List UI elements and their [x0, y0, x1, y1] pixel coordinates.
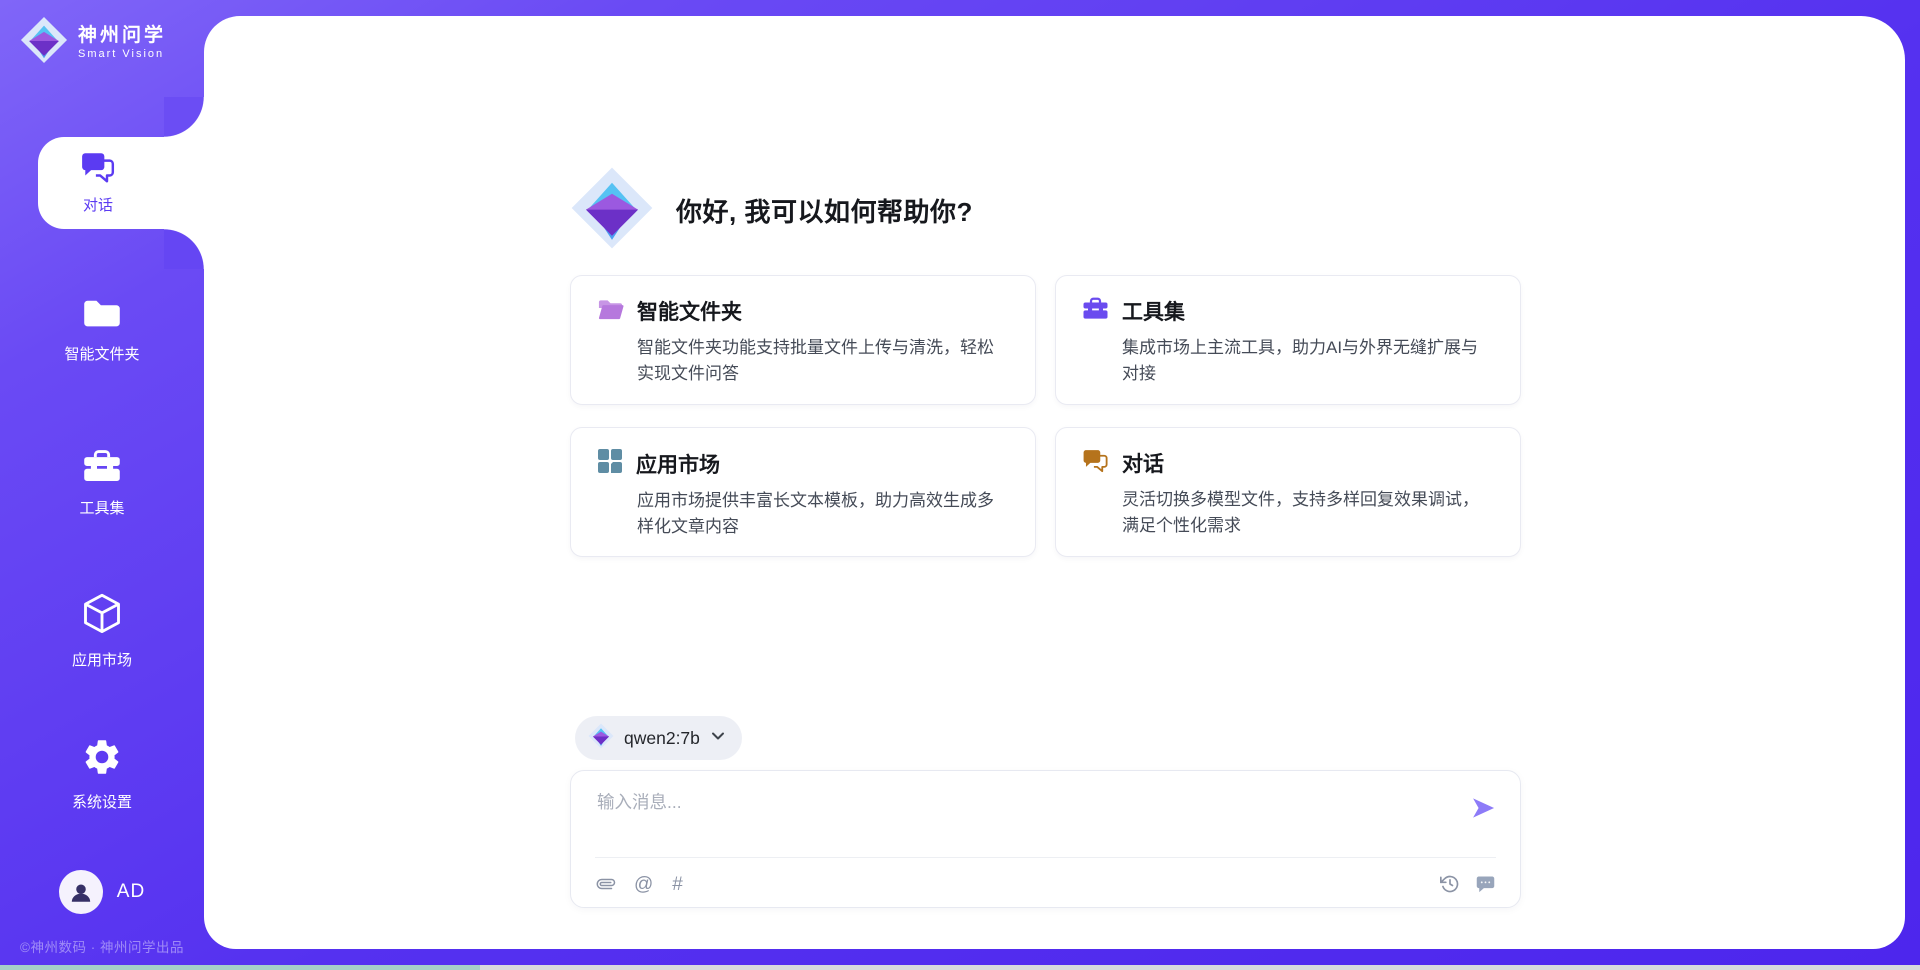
- card-title: 对话: [1122, 448, 1164, 478]
- user-name: AD: [117, 881, 145, 903]
- card-title: 应用市场: [636, 449, 720, 479]
- cube-icon: [82, 592, 122, 641]
- sidebar-item-app-market[interactable]: 应用市场: [0, 592, 204, 670]
- chat-icon: [80, 151, 116, 188]
- message-input[interactable]: [597, 789, 1427, 847]
- card-chat[interactable]: 对话 灵活切换多模型文件，支持多样回复效果调试，满足个性化需求: [1055, 427, 1521, 557]
- history-icon[interactable]: [1440, 874, 1460, 894]
- brand-name: 神州问学: [78, 25, 166, 47]
- tab-fillet-bottom: [164, 229, 204, 269]
- topic-hash-icon[interactable]: #: [672, 875, 683, 894]
- sidebar-item-settings[interactable]: 系统设置: [0, 736, 204, 812]
- model-name: qwen2:7b: [624, 728, 700, 749]
- card-title: 工具集: [1122, 296, 1185, 326]
- attach-paperclip-icon[interactable]: [593, 871, 618, 896]
- chat-bubble-icon[interactable]: [1475, 874, 1496, 894]
- grid-icon: [597, 448, 623, 479]
- card-description: 应用市场提供丰富长文本模板，助力高效生成多样化文章内容: [637, 488, 1009, 539]
- tab-fillet-top: [164, 97, 204, 137]
- card-app-market[interactable]: 应用市场 应用市场提供丰富长文本模板，助力高效生成多样化文章内容: [570, 427, 1036, 557]
- chevron-down-icon: [710, 728, 726, 749]
- composer-divider: [595, 857, 1496, 858]
- model-selector[interactable]: qwen2:7b: [575, 716, 742, 760]
- folder-open-icon: [597, 297, 624, 326]
- toolbox-icon: [82, 448, 122, 489]
- composer-toolbar: @ #: [597, 869, 1496, 899]
- greeting-text: 你好, 我可以如何帮助你?: [676, 192, 973, 229]
- send-button[interactable]: [1468, 793, 1498, 823]
- sidebar-item-label: 应用市场: [72, 649, 132, 670]
- gear-icon: [81, 736, 123, 783]
- sidebar: 神州问学 Smart Vision 对话 智能文件夹: [0, 0, 204, 970]
- sidebar-item-smart-folder[interactable]: 智能文件夹: [0, 296, 204, 364]
- brand-logo-diamond-icon: [20, 16, 68, 69]
- sidebar-item-label: 工具集: [79, 497, 124, 518]
- card-title: 智能文件夹: [637, 296, 742, 326]
- greeting: 你好, 我可以如何帮助你?: [570, 166, 973, 255]
- card-description: 智能文件夹功能支持批量文件上传与清洗，轻松实现文件问答: [637, 335, 1009, 386]
- briefcase-icon: [1082, 296, 1109, 326]
- brand: 神州问学 Smart Vision: [20, 16, 166, 69]
- send-icon: [1469, 794, 1497, 822]
- sidebar-item-label: 系统设置: [72, 791, 132, 812]
- card-smart-folder[interactable]: 智能文件夹 智能文件夹功能支持批量文件上传与清洗，轻松实现文件问答: [570, 275, 1036, 405]
- app-window: 神州问学 Smart Vision 对话 智能文件夹: [0, 0, 1920, 970]
- sidebar-item-label: 对话: [83, 194, 113, 215]
- main-panel: 你好, 我可以如何帮助你? 智能文件夹 智能文件夹功能支持批量文件上传与清洗，轻…: [204, 16, 1905, 949]
- sidebar-item-toolset[interactable]: 工具集: [0, 448, 204, 518]
- mention-at-icon[interactable]: @: [634, 875, 653, 894]
- message-composer: @ #: [570, 770, 1521, 908]
- screen-bottom-edge-accent: [0, 965, 480, 970]
- brand-subtitle: Smart Vision: [78, 48, 166, 60]
- chat-icon: [1082, 448, 1109, 478]
- card-description: 灵活切换多模型文件，支持多样回复效果调试，满足个性化需求: [1122, 487, 1494, 538]
- sidebar-item-chat[interactable]: 对话: [38, 137, 204, 229]
- assistant-logo-diamond-icon: [570, 166, 654, 255]
- model-logo-diamond-icon: [588, 723, 614, 754]
- sidebar-item-label: 智能文件夹: [64, 343, 139, 364]
- content-column: 你好, 我可以如何帮助你? 智能文件夹 智能文件夹功能支持批量文件上传与清洗，轻…: [570, 16, 1521, 949]
- folder-icon: [82, 296, 122, 335]
- user-account[interactable]: AD: [0, 870, 204, 914]
- card-description: 集成市场上主流工具，助力AI与外界无缝扩展与对接: [1122, 335, 1494, 386]
- feature-cards: 智能文件夹 智能文件夹功能支持批量文件上传与清洗，轻松实现文件问答: [570, 275, 1521, 557]
- sidebar-footer: ©神州数码 · 神州问学出品: [0, 936, 204, 956]
- avatar: [59, 870, 103, 914]
- card-toolset[interactable]: 工具集 集成市场上主流工具，助力AI与外界无缝扩展与对接: [1055, 275, 1521, 405]
